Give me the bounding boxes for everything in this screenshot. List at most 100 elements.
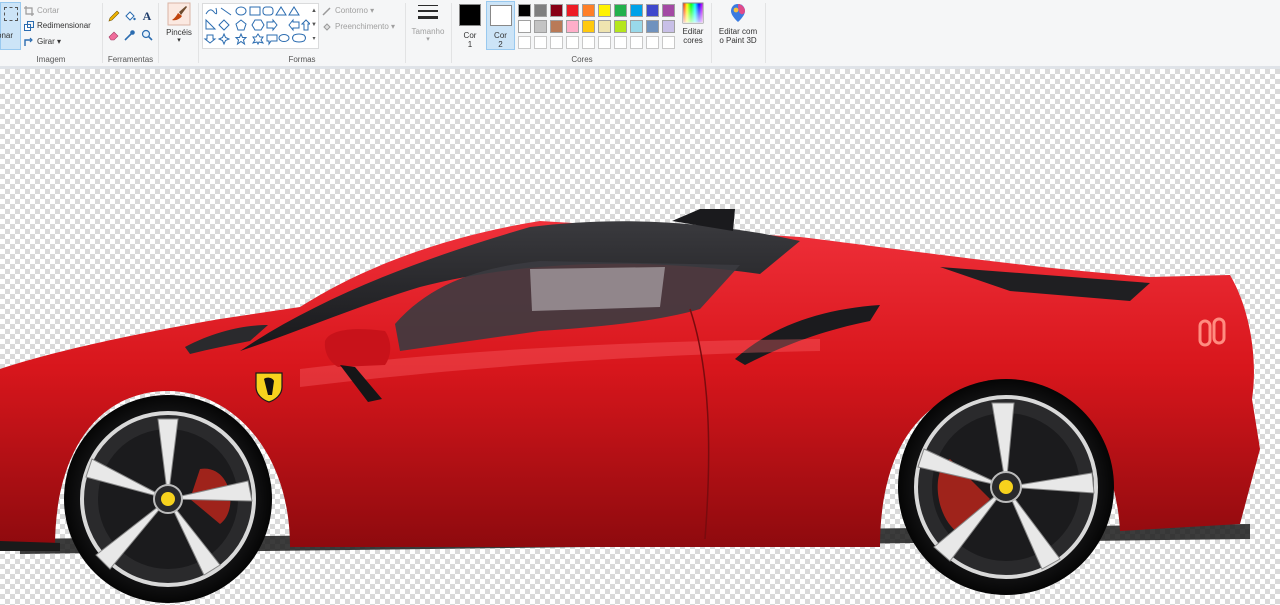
group-ferramentas: A Ferramentas: [103, 0, 158, 66]
size-button[interactable]: Tamanho ▾: [408, 2, 448, 43]
fill-label: Preenchimento ▾: [335, 22, 396, 31]
group-imagem: onar Cortar Redimensionar Girar ▾ Imagem: [0, 0, 102, 66]
text-tool[interactable]: A: [140, 9, 154, 23]
group-label-ferramentas: Ferramentas: [107, 55, 154, 64]
palette-swatch-empty[interactable]: [566, 36, 579, 49]
palette-swatch[interactable]: [614, 20, 627, 33]
shapes-scroll[interactable]: ▲ ▼ ▾: [310, 3, 319, 49]
palette-swatch[interactable]: [566, 4, 579, 17]
palette-swatch[interactable]: [550, 4, 563, 17]
color1-label: Cor: [463, 31, 477, 40]
color1-number: 1: [467, 40, 473, 49]
palette-swatch-empty[interactable]: [614, 36, 627, 49]
resize-icon: [24, 20, 34, 31]
crop-button[interactable]: Cortar: [24, 4, 59, 17]
brushes-label: Pincéis: [166, 28, 192, 37]
resize-label: Redimensionar: [37, 21, 91, 30]
palette-swatch[interactable]: [566, 20, 579, 33]
fill-tool[interactable]: [123, 9, 137, 23]
rear-wheel: [898, 379, 1114, 595]
color-picker-tool[interactable]: [123, 28, 137, 42]
group-label-cores: Cores: [571, 55, 593, 64]
pencil-tool[interactable]: [107, 9, 121, 23]
rotate-icon: [24, 37, 33, 46]
drawing-canvas[interactable]: [0, 69, 1280, 605]
select-label: onar: [0, 31, 14, 40]
palette-swatch-empty[interactable]: [582, 36, 595, 49]
select-button[interactable]: onar: [0, 2, 21, 50]
palette-swatch[interactable]: [518, 4, 531, 17]
resize-button[interactable]: Redimensionar: [24, 19, 91, 32]
text-icon: A: [142, 8, 152, 23]
color1-swatch: [459, 4, 481, 26]
palette-swatch[interactable]: [534, 4, 547, 17]
palette-swatch-empty[interactable]: [534, 36, 547, 49]
palette-swatch[interactable]: [582, 20, 595, 33]
side-mirror: [324, 329, 391, 367]
size-label: Tamanho: [411, 27, 445, 36]
color2-button[interactable]: Cor 2: [486, 1, 515, 50]
eraser-tool[interactable]: [107, 28, 121, 42]
palette-swatch[interactable]: [614, 4, 627, 17]
paint3d-label: Editar com: [718, 27, 758, 36]
outline-icon: [322, 6, 331, 16]
shapes-gallery: [202, 3, 312, 49]
palette-swatch[interactable]: [630, 4, 643, 17]
paint3d-icon: [731, 4, 745, 22]
magnifier-icon: [141, 29, 153, 41]
paint-bucket-icon: [125, 11, 136, 21]
paint3d-button[interactable]: Editar com o Paint 3D: [714, 2, 762, 45]
palette-swatch-empty[interactable]: [518, 36, 531, 49]
color1-button[interactable]: Cor 1: [456, 2, 484, 49]
window-glass: [530, 267, 665, 311]
magnifier-tool[interactable]: [140, 28, 154, 42]
color2-swatch: [489, 5, 512, 26]
crop-label: Cortar: [37, 6, 60, 15]
fill-icon: [323, 22, 331, 31]
line-size-icon: [418, 5, 438, 19]
crop-icon: [24, 5, 34, 16]
group-separator: [765, 3, 766, 63]
edit-colors-button[interactable]: Editar cores: [678, 2, 708, 45]
palette-swatch[interactable]: [598, 4, 611, 17]
palette-swatch[interactable]: [630, 20, 643, 33]
palette-swatch[interactable]: [582, 4, 595, 17]
palette-swatch[interactable]: [662, 20, 675, 33]
brushes-caret: ▾: [177, 37, 181, 44]
palette-swatch[interactable]: [598, 20, 611, 33]
palette-swatch[interactable]: [550, 20, 563, 33]
palette-swatch-empty[interactable]: [630, 36, 643, 49]
brushes-button[interactable]: Pincéis ▾: [162, 2, 196, 44]
brush-icon: [167, 2, 191, 26]
edit-colors-label-2: cores: [683, 36, 703, 45]
color2-number: 2: [498, 40, 503, 49]
palette-swatch-empty[interactable]: [662, 36, 675, 49]
select-icon: [4, 7, 18, 21]
paint3d-label-2: o Paint 3D: [719, 36, 757, 45]
palette-swatch[interactable]: [518, 20, 531, 33]
palette-swatch[interactable]: [646, 20, 659, 33]
ribbon: onar Cortar Redimensionar Girar ▾ Imagem: [0, 0, 1280, 67]
palette-swatch-empty[interactable]: [550, 36, 563, 49]
eyedropper-icon: [124, 30, 135, 41]
palette-swatch-empty[interactable]: [646, 36, 659, 49]
outline-button[interactable]: Contorno ▾: [322, 4, 374, 17]
palette-swatch[interactable]: [534, 20, 547, 33]
group-separator: [405, 3, 406, 63]
group-label-formas: Formas: [288, 55, 316, 64]
size-caret: ▾: [426, 36, 430, 43]
fill-button[interactable]: Preenchimento ▾: [322, 20, 395, 33]
eraser-icon: [108, 31, 119, 41]
palette-swatch-empty[interactable]: [598, 36, 611, 49]
palette-swatch[interactable]: [646, 4, 659, 17]
edit-colors-label: Editar: [682, 27, 704, 36]
front-wheel: [64, 395, 272, 603]
group-separator: [158, 3, 159, 63]
palette-swatch[interactable]: [662, 4, 675, 17]
group-label-imagem: Imagem: [36, 55, 66, 64]
car-image: [0, 209, 1260, 603]
shapes-icons: [203, 6, 312, 46]
pencil-icon: [108, 10, 120, 22]
color2-label: Cor: [494, 31, 507, 40]
rotate-button[interactable]: Girar ▾: [24, 35, 61, 48]
